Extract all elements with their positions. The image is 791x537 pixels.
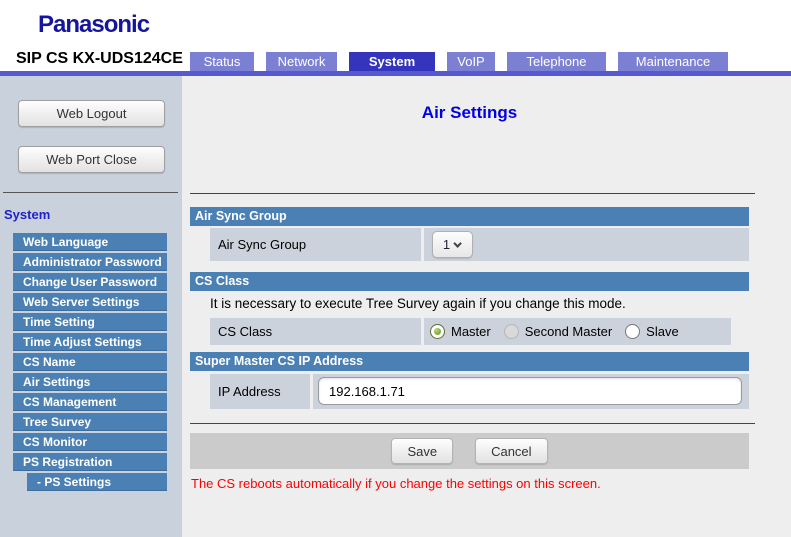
section-header-air-sync-group: Air Sync Group <box>190 207 749 226</box>
panasonic-logo: Panasonic <box>38 11 150 38</box>
tab-voip[interactable]: VoIP <box>447 52 495 71</box>
section-header-super-master: Super Master CS IP Address <box>190 352 749 371</box>
sidebar-item-air-settings[interactable]: Air Settings <box>13 373 167 391</box>
cs-class-note: It is necessary to execute Tree Survey a… <box>210 296 626 311</box>
cancel-button[interactable]: Cancel <box>475 438 548 464</box>
top-rule <box>190 193 755 194</box>
tab-status[interactable]: Status <box>190 52 254 71</box>
sidebar-item-tree-survey[interactable]: Tree Survey <box>13 413 167 431</box>
chevron-down-icon <box>453 238 462 248</box>
air-sync-group-label: Air Sync Group <box>210 228 421 261</box>
radio-master[interactable] <box>430 324 445 339</box>
reboot-warning-text: The CS reboots automatically if you chan… <box>191 476 601 491</box>
sidebar: Web Logout Web Port Close System Web Lan… <box>0 76 182 537</box>
sidebar-item-cs-monitor[interactable]: CS Monitor <box>13 433 167 451</box>
save-button[interactable]: Save <box>391 438 454 464</box>
cs-class-radio-group: Master Second Master Slave <box>430 324 686 339</box>
sidebar-item-time-adjust-settings[interactable]: Time Adjust Settings <box>13 333 167 351</box>
sidebar-item-cs-name[interactable]: CS Name <box>13 353 167 371</box>
sidebar-divider <box>3 192 178 193</box>
sidebar-item-cs-management[interactable]: CS Management <box>13 393 167 411</box>
page-title: Air Settings <box>421 103 518 122</box>
sidebar-item-change-user-password[interactable]: Change User Password <box>13 273 167 291</box>
sidebar-item-web-language[interactable]: Web Language <box>13 233 167 251</box>
section-header-cs-class: CS Class <box>190 272 749 291</box>
main-content: Air Settings Air Sync Group Air Sync Gro… <box>182 76 791 537</box>
cs-class-label: CS Class <box>210 318 421 345</box>
top-header: Panasonic SIP CS KX-UDS124CE Status Netw… <box>0 0 791 71</box>
sidebar-item-ps-registration[interactable]: PS Registration <box>13 453 167 471</box>
tab-bar: Status Network System VoIP Telephone Mai… <box>190 52 728 71</box>
air-sync-group-value-cell: 1 <box>424 228 749 261</box>
page: Panasonic SIP CS KX-UDS124CE Status Netw… <box>0 0 791 537</box>
button-bar: Save Cancel <box>190 433 749 469</box>
tab-system[interactable]: System <box>349 52 435 71</box>
radio-second-master-label[interactable]: Second Master <box>525 324 612 339</box>
web-port-close-button[interactable]: Web Port Close <box>18 146 165 173</box>
radio-master-label[interactable]: Master <box>451 324 491 339</box>
bottom-rule <box>190 423 755 424</box>
device-title: SIP CS KX-UDS124CE <box>16 50 183 67</box>
air-sync-group-selected-value: 1 <box>442 237 451 252</box>
radio-slave[interactable] <box>625 324 641 339</box>
sidebar-item-ps-settings[interactable]: - PS Settings <box>27 473 167 491</box>
cs-class-value-cell: Master Second Master Slave <box>424 318 731 345</box>
sidebar-section-title: System <box>4 207 51 222</box>
ip-address-input[interactable] <box>318 377 742 405</box>
air-sync-group-select[interactable]: 1 <box>432 231 473 258</box>
web-logout-button[interactable]: Web Logout <box>18 100 165 127</box>
tab-maintenance[interactable]: Maintenance <box>618 52 728 71</box>
tab-telephone[interactable]: Telephone <box>507 52 606 71</box>
sidebar-menu: Web Language Administrator Password Chan… <box>13 233 167 493</box>
tab-network[interactable]: Network <box>266 52 337 71</box>
sidebar-item-web-server-settings[interactable]: Web Server Settings <box>13 293 167 311</box>
radio-second-master[interactable] <box>503 324 519 339</box>
sidebar-item-time-setting[interactable]: Time Setting <box>13 313 167 331</box>
radio-slave-label[interactable]: Slave <box>646 324 679 339</box>
sidebar-item-administrator-password[interactable]: Administrator Password <box>13 253 167 271</box>
ip-address-label: IP Address <box>210 374 310 409</box>
